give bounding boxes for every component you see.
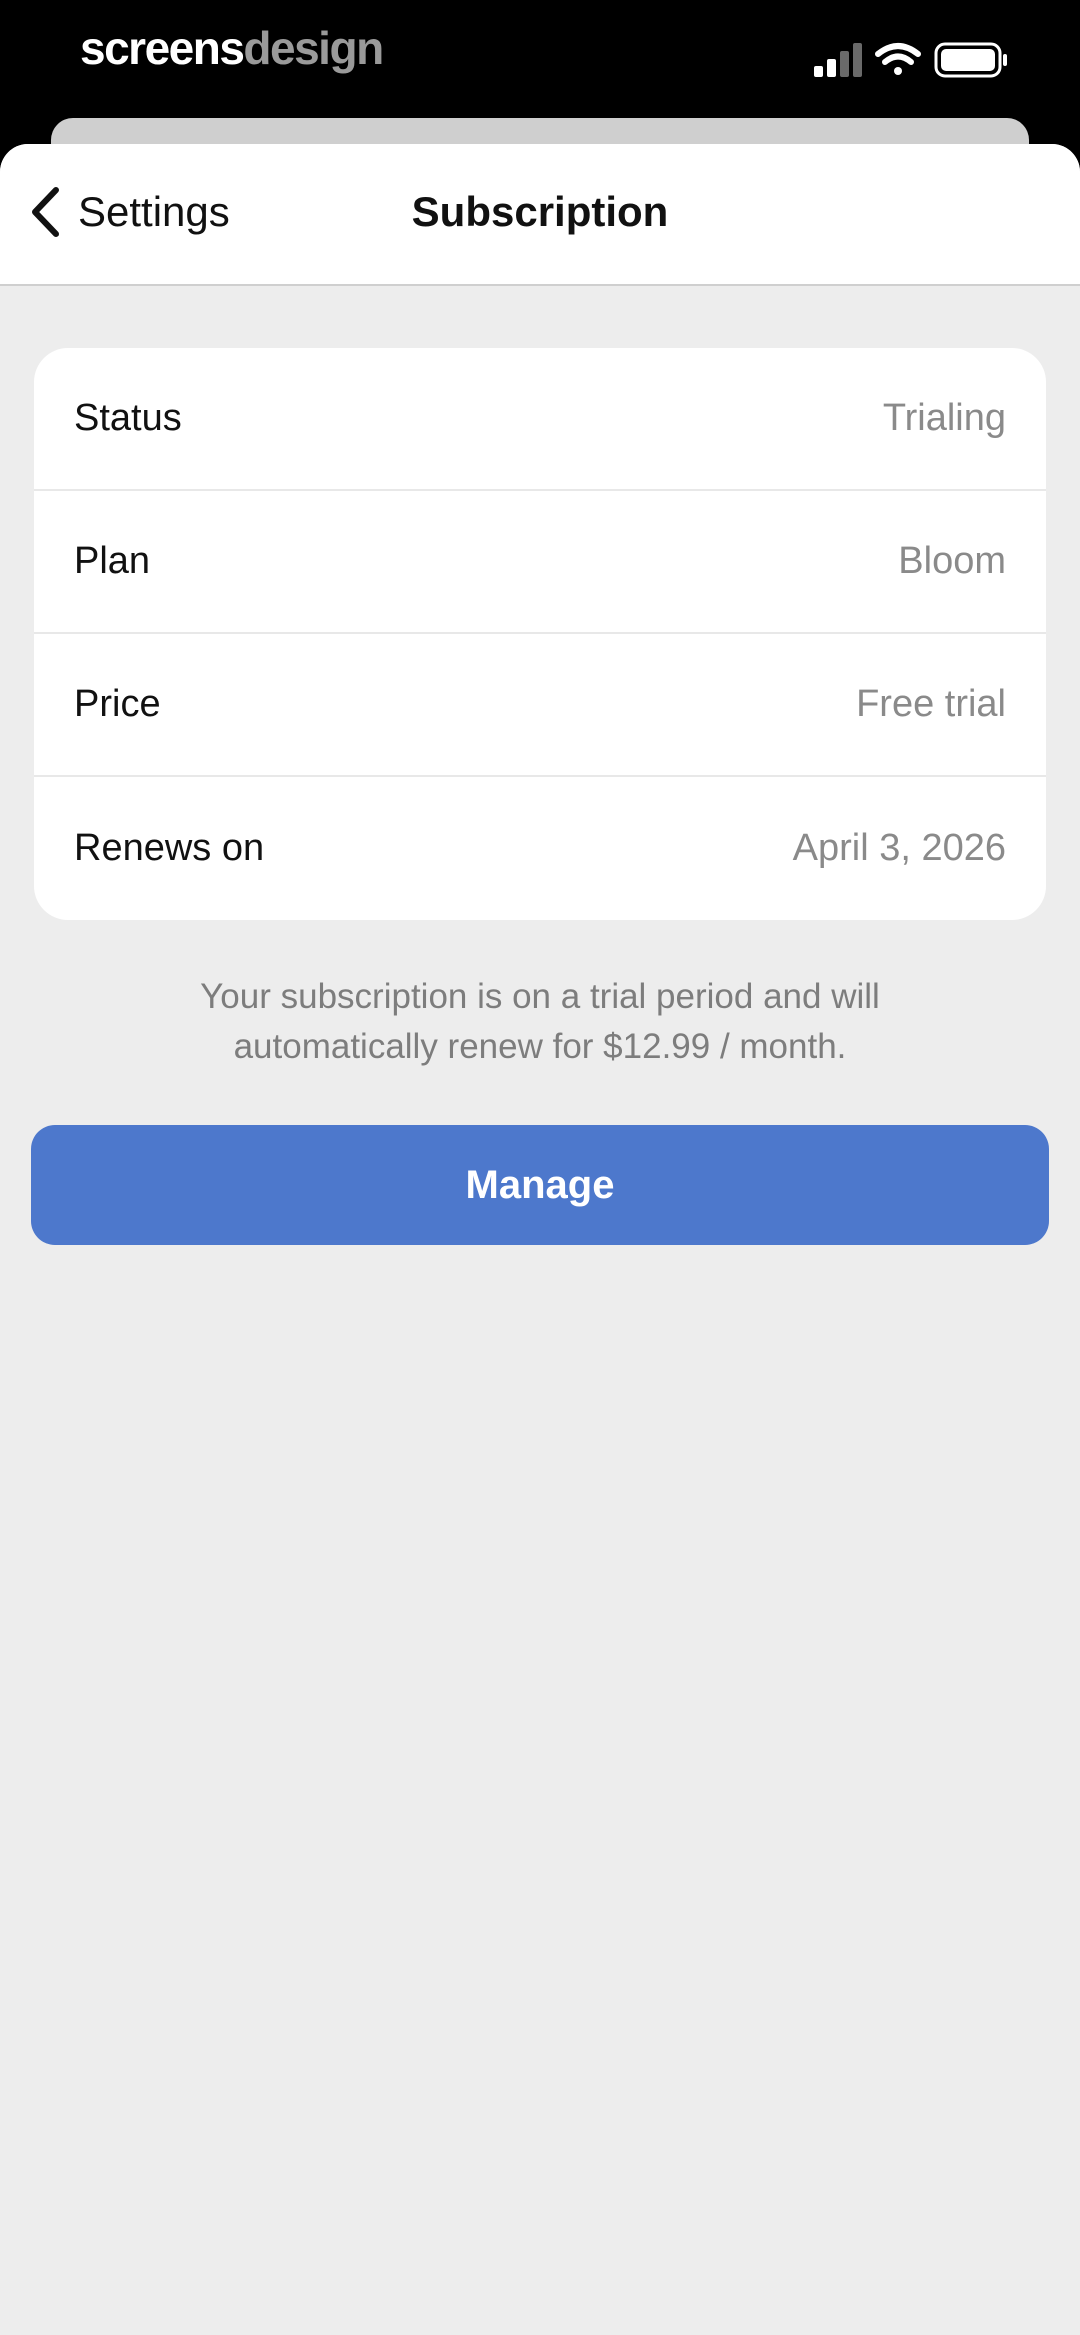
navigation-bar: Settings Subscription — [0, 144, 1080, 286]
status-bar: screensdesign — [0, 0, 1080, 120]
brand-part-design: design — [243, 22, 384, 74]
detail-row-status: Status Trialing — [34, 348, 1046, 491]
detail-label: Renews on — [74, 827, 265, 869]
manage-button[interactable]: Manage — [31, 1125, 1049, 1245]
brand-part-screens: screens — [80, 22, 245, 74]
cellular-signal-icon — [814, 43, 862, 77]
detail-value: Free trial — [856, 683, 1006, 725]
subscription-details-card: Status Trialing Plan Bloom Price Free tr… — [34, 348, 1046, 920]
subscription-sheet: Settings Subscription Status Trialing Pl… — [0, 144, 1080, 2335]
wifi-icon — [875, 43, 921, 75]
detail-row-renews-on: Renews on April 3, 2026 — [34, 777, 1046, 920]
detail-value: Bloom — [898, 540, 1006, 582]
status-icons — [814, 40, 1014, 80]
detail-row-price: Price Free trial — [34, 634, 1046, 777]
trial-note: Your subscription is on a trial period a… — [200, 977, 880, 1066]
brand-watermark: screensdesign — [80, 20, 384, 76]
detail-label: Status — [74, 397, 182, 439]
detail-value: Trialing — [882, 397, 1006, 439]
detail-row-plan: Plan Bloom — [34, 491, 1046, 634]
detail-label: Price — [74, 683, 161, 725]
detail-label: Plan — [74, 540, 151, 582]
battery-icon — [934, 42, 1007, 78]
detail-value: April 3, 2026 — [792, 827, 1006, 869]
page-title: Subscription — [411, 188, 669, 235]
